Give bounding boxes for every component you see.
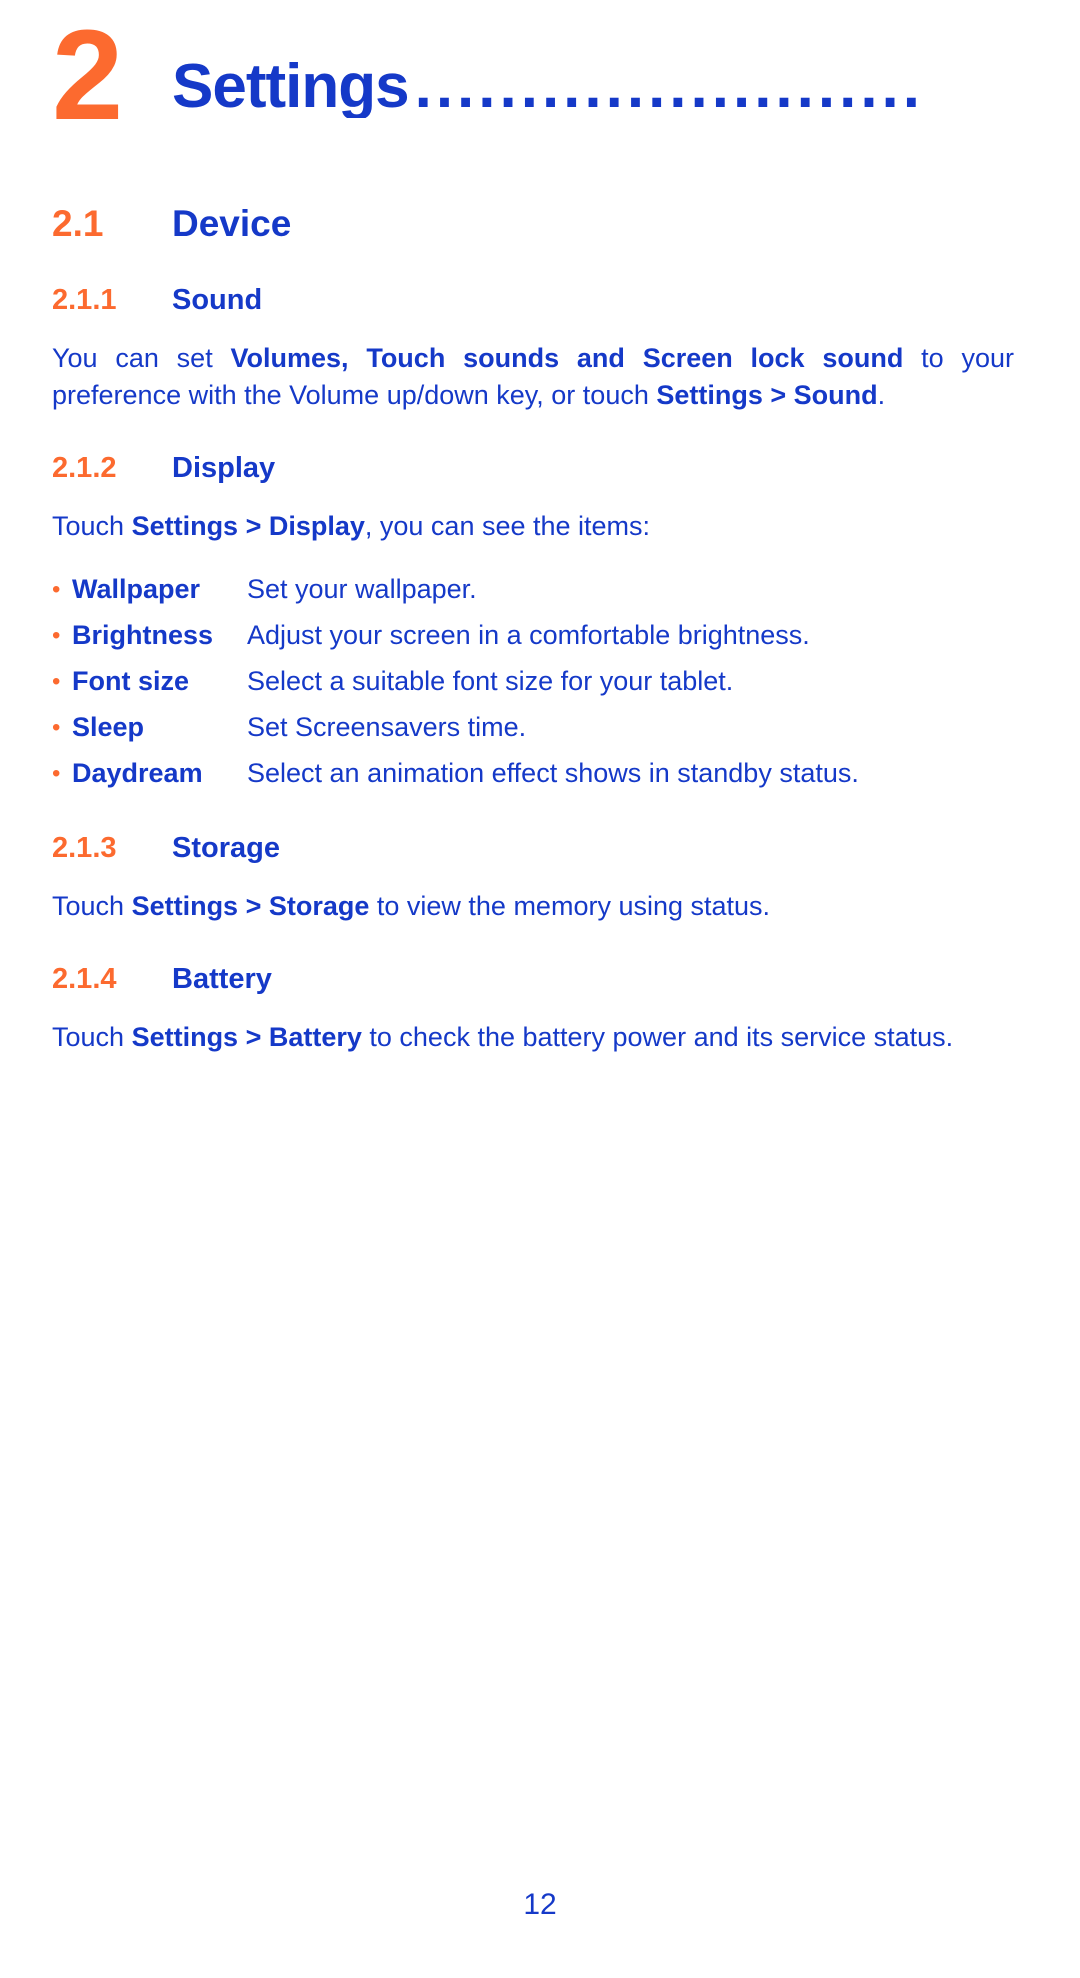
list-item-description: Set your wallpaper. <box>247 574 477 604</box>
page-number: 12 <box>523 1888 557 1921</box>
paragraph-storage: Touch Settings > Storage to view the mem… <box>52 888 1014 925</box>
subsection-title-battery: Battery <box>172 963 272 995</box>
section-title-device: Device <box>172 203 292 244</box>
list-item-description: Adjust your screen in a comfortable brig… <box>247 620 810 650</box>
subsection-heading-storage: 2.1.3 Storage <box>52 830 1028 866</box>
subsection-number-battery: 2.1.4 <box>52 963 117 995</box>
sound-text-bold2: Settings > Sound <box>656 380 878 410</box>
page-content: 2 Settings ........................ 2.1 … <box>52 0 1028 1056</box>
subsection-title-display: Display <box>172 452 276 484</box>
chapter-number: 2 <box>52 4 123 147</box>
paragraph-battery: Touch Settings > Battery to check the ba… <box>52 1019 1014 1056</box>
display-intro-part1: Touch <box>52 511 132 541</box>
storage-text-part1: Touch <box>52 891 132 921</box>
bullet-icon: • <box>52 576 61 603</box>
list-item-description: Set Screensavers time. <box>247 712 527 742</box>
display-intro-part2: , you can see the items: <box>364 511 651 541</box>
chapter-dot-leader: ........................ <box>414 56 925 118</box>
list-item-term: Sleep <box>72 712 145 742</box>
list-item-description: Select a suitable font size for your tab… <box>247 666 734 696</box>
list-item: • Wallpaper Set your wallpaper. <box>52 569 1028 610</box>
list-item: • Font size Select a suitable font size … <box>52 661 1028 702</box>
subsection-title-storage: Storage <box>172 832 280 864</box>
subsection-number-display: 2.1.2 <box>52 452 117 484</box>
paragraph-display-intro: Touch Settings > Display, you can see th… <box>52 508 1014 545</box>
sound-text-part3: . <box>877 380 886 410</box>
section-heading-device: 2.1 Device <box>52 202 1028 246</box>
bullet-icon: • <box>52 622 61 649</box>
list-item-description: Select an animation effect shows in stan… <box>247 758 859 788</box>
list-item: • Sleep Set Screensavers time. <box>52 707 1028 748</box>
bullet-icon: • <box>52 668 61 695</box>
subsection-title-sound: Sound <box>172 284 263 316</box>
sound-text-bold1: Volumes, Touch sounds and Screen lock so… <box>230 343 904 373</box>
list-item-term: Font size <box>72 666 190 696</box>
paragraph-sound: You can set Volumes, Touch sounds and Sc… <box>52 340 1014 414</box>
display-items-list: • Wallpaper Set your wallpaper. • Bright… <box>52 569 1028 794</box>
section-number-device: 2.1 <box>52 203 104 244</box>
chapter-header: 2 Settings ........................ <box>52 12 1028 168</box>
battery-text-part1: Touch <box>52 1022 132 1052</box>
storage-text-part2: to view the memory using status. <box>369 891 771 921</box>
subsection-heading-sound: 2.1.1 Sound <box>52 282 1028 318</box>
list-item: • Daydream Select an animation effect sh… <box>52 753 1028 794</box>
subsection-number-storage: 2.1.3 <box>52 832 117 864</box>
sound-text-part1: You can set <box>52 343 231 373</box>
list-item-term: Daydream <box>72 758 203 788</box>
list-item-term: Wallpaper <box>72 574 201 604</box>
storage-text-bold1: Settings > Storage <box>131 891 370 921</box>
bullet-icon: • <box>52 714 61 741</box>
battery-text-bold1: Settings > Battery <box>131 1022 362 1052</box>
bullet-icon: • <box>52 760 61 787</box>
subsection-heading-battery: 2.1.4 Battery <box>52 961 1028 997</box>
chapter-title: Settings <box>172 56 410 118</box>
subsection-number-sound: 2.1.1 <box>52 284 117 316</box>
chapter-title-row: Settings ........................ <box>172 56 1028 118</box>
subsection-heading-display: 2.1.2 Display <box>52 450 1028 486</box>
list-item-term: Brightness <box>72 620 214 650</box>
display-intro-bold1: Settings > Display <box>131 511 365 541</box>
list-item: • Brightness Adjust your screen in a com… <box>52 615 1028 656</box>
document-page: 2 Settings ........................ 2.1 … <box>0 0 1080 1978</box>
battery-text-part2: to check the battery power and its servi… <box>361 1022 954 1052</box>
